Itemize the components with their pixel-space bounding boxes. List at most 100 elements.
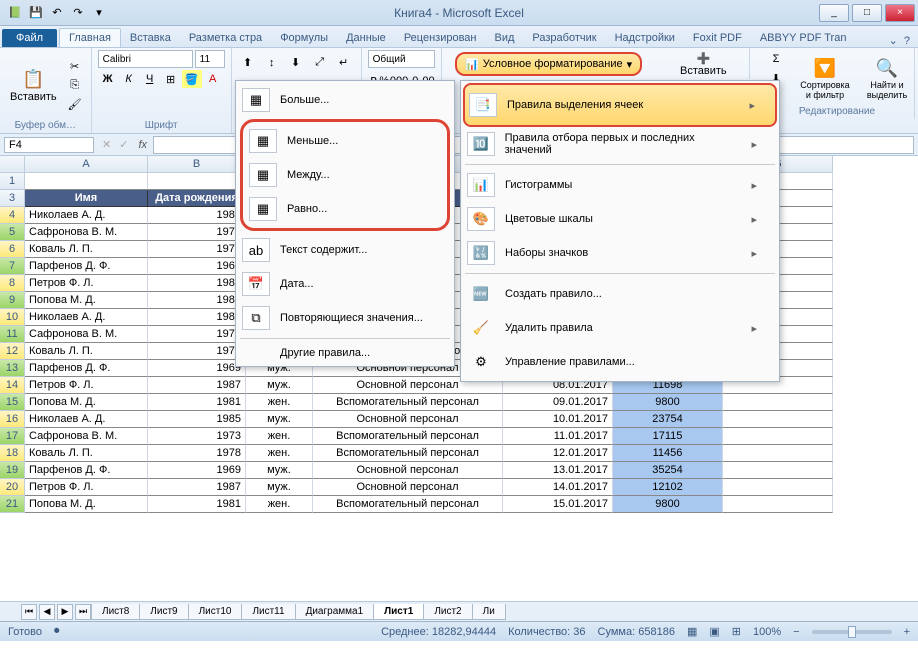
menu-highlight-cells-rules[interactable]: 📑 Правила выделения ячеек ▸ — [463, 83, 777, 127]
cell-year[interactable]: 1987 — [148, 377, 246, 394]
cell-year[interactable]: 1973 — [148, 428, 246, 445]
cell-year[interactable]: 1987 — [148, 479, 246, 496]
cell-year[interactable]: 1969 — [148, 462, 246, 479]
row-header[interactable]: 18 — [0, 445, 25, 462]
sheet-tab[interactable]: Лист9 — [139, 604, 188, 620]
cell-name[interactable]: Петров Ф. Л. — [25, 377, 148, 394]
cell-year[interactable]: 1981 — [148, 394, 246, 411]
menu-color-scales[interactable]: 🎨 Цветовые шкалы ▸ — [463, 202, 777, 236]
cell-date[interactable]: 10.01.2017 — [503, 411, 613, 428]
zoom-slider[interactable] — [812, 630, 892, 634]
cell-sex[interactable]: жен. — [246, 428, 313, 445]
cell-year[interactable]: 1985 — [148, 411, 246, 428]
font-color-icon[interactable]: A — [203, 70, 223, 88]
cell-year[interactable]: 1969 — [148, 360, 246, 377]
cell-sex[interactable]: муж. — [246, 462, 313, 479]
cell-name[interactable]: Николаев А. Д. — [25, 411, 148, 428]
cell-name[interactable]: Парфенов Д. Ф. — [25, 258, 148, 275]
menu-data-bars[interactable]: 📊 Гистограммы ▸ — [463, 168, 777, 202]
cell-category[interactable]: Вспомогательный персонал — [313, 496, 503, 513]
cell[interactable] — [25, 173, 148, 190]
cell-name[interactable]: Коваль Л. П. — [25, 343, 148, 360]
row-header[interactable]: 15 — [0, 394, 25, 411]
tab-developer[interactable]: Разработчик — [523, 29, 605, 47]
select-all-corner[interactable] — [0, 156, 25, 173]
wrap-text-icon[interactable]: ↵ — [334, 54, 354, 72]
cell-date[interactable]: 14.01.2017 — [503, 479, 613, 496]
row-header[interactable]: 4 — [0, 207, 25, 224]
bold-icon[interactable]: Ж — [98, 70, 118, 88]
cut-icon[interactable]: ✂ — [65, 57, 85, 75]
cell-sex[interactable]: жен. — [246, 496, 313, 513]
cell-category[interactable]: Вспомогательный персонал — [313, 445, 503, 462]
menu-new-rule[interactable]: 🆕 Создать правило... — [463, 277, 777, 311]
help-icon[interactable]: ? — [904, 35, 910, 47]
menu-greater-than[interactable]: ▦ Больше... — [238, 83, 452, 117]
cell-name[interactable]: Коваль Л. П. — [25, 241, 148, 258]
cancel-formula-icon[interactable]: ✕ — [98, 138, 115, 151]
cell-year[interactable]: 1969 — [148, 258, 246, 275]
undo-icon[interactable]: ↶ — [48, 4, 66, 22]
underline-icon[interactable]: Ч — [140, 70, 160, 88]
cell-year[interactable]: 1973 — [148, 326, 246, 343]
border-icon[interactable]: ⊞ — [161, 70, 181, 88]
view-layout-icon[interactable]: ▣ — [709, 625, 719, 638]
number-format-combo[interactable]: Общий — [368, 50, 435, 68]
italic-icon[interactable]: К — [119, 70, 139, 88]
font-name-combo[interactable]: Calibri — [98, 50, 193, 68]
format-painter-icon[interactable]: 🖌 — [65, 95, 85, 113]
row-header[interactable]: 11 — [0, 326, 25, 343]
cell-salary[interactable]: 11456 — [613, 445, 723, 462]
menu-less-than[interactable]: ▦ Меньше... — [245, 124, 445, 158]
autosum-icon[interactable]: Σ — [766, 50, 786, 68]
tab-data[interactable]: Данные — [337, 29, 395, 47]
tab-formulas[interactable]: Формулы — [271, 29, 337, 47]
cell-date[interactable]: 12.01.2017 — [503, 445, 613, 462]
cell-category[interactable]: Вспомогательный персонал — [313, 394, 503, 411]
align-middle-icon[interactable]: ↕ — [262, 54, 282, 72]
tab-addins[interactable]: Надстройки — [606, 29, 684, 47]
cell-name[interactable]: Парфенов Д. Ф. — [25, 462, 148, 479]
menu-icon-sets[interactable]: 🔣 Наборы значков ▸ — [463, 236, 777, 270]
cell[interactable] — [723, 445, 833, 462]
cell-date[interactable]: 13.01.2017 — [503, 462, 613, 479]
row-header[interactable]: 3 — [0, 190, 25, 207]
worksheet-grid[interactable]: ABCDEFG13ИмяДата рождения, руб.4Николаев… — [0, 156, 918, 601]
row-header[interactable]: 14 — [0, 377, 25, 394]
zoom-level[interactable]: 100% — [753, 626, 781, 638]
cell-sex[interactable]: муж. — [246, 411, 313, 428]
cell[interactable] — [723, 394, 833, 411]
cell-name[interactable]: Николаев А. Д. — [25, 309, 148, 326]
row-header[interactable]: 7 — [0, 258, 25, 275]
cell-name[interactable]: Попова М. Д. — [25, 496, 148, 513]
row-header[interactable]: 8 — [0, 275, 25, 292]
cell-sex[interactable]: муж. — [246, 479, 313, 496]
sheet-tab[interactable]: Лист8 — [91, 604, 140, 620]
copy-icon[interactable]: ⎘ — [65, 76, 85, 94]
cell-name[interactable]: Попова М. Д. — [25, 292, 148, 309]
cell-name[interactable]: Петров Ф. Л. — [25, 479, 148, 496]
cell-year[interactable]: 1978 — [148, 343, 246, 360]
cell-year[interactable]: 1978 — [148, 241, 246, 258]
sheet-tab[interactable]: Ли — [472, 604, 506, 620]
view-normal-icon[interactable]: ▦ — [687, 625, 697, 638]
row-header[interactable]: 10 — [0, 309, 25, 326]
cell-salary[interactable]: 17115 — [613, 428, 723, 445]
tab-view[interactable]: Вид — [486, 29, 524, 47]
cell-category[interactable]: Основной персонал — [313, 479, 503, 496]
menu-text-contains[interactable]: ab Текст содержит... — [238, 233, 452, 267]
sort-filter-button[interactable]: 🔽 Сортировка и фильтр — [796, 54, 854, 102]
sheet-nav-next[interactable]: ▶ — [57, 604, 73, 620]
row-header[interactable]: 19 — [0, 462, 25, 479]
insert-cells-button[interactable]: ➕ Вставить — [676, 50, 731, 79]
save-icon[interactable]: 💾 — [27, 4, 45, 22]
cell-name[interactable]: Коваль Л. П. — [25, 445, 148, 462]
menu-top-bottom-rules[interactable]: 🔟 Правила отбора первых и последних знач… — [463, 127, 777, 161]
cell-name[interactable]: Николаев А. Д. — [25, 207, 148, 224]
row-header[interactable]: 1 — [0, 173, 25, 190]
cell-sex[interactable]: жен. — [246, 445, 313, 462]
cell-date[interactable]: 09.01.2017 — [503, 394, 613, 411]
cell-year[interactable]: 1985 — [148, 309, 246, 326]
menu-between[interactable]: ▦ Между... — [245, 158, 445, 192]
cell-name[interactable]: Попова М. Д. — [25, 394, 148, 411]
